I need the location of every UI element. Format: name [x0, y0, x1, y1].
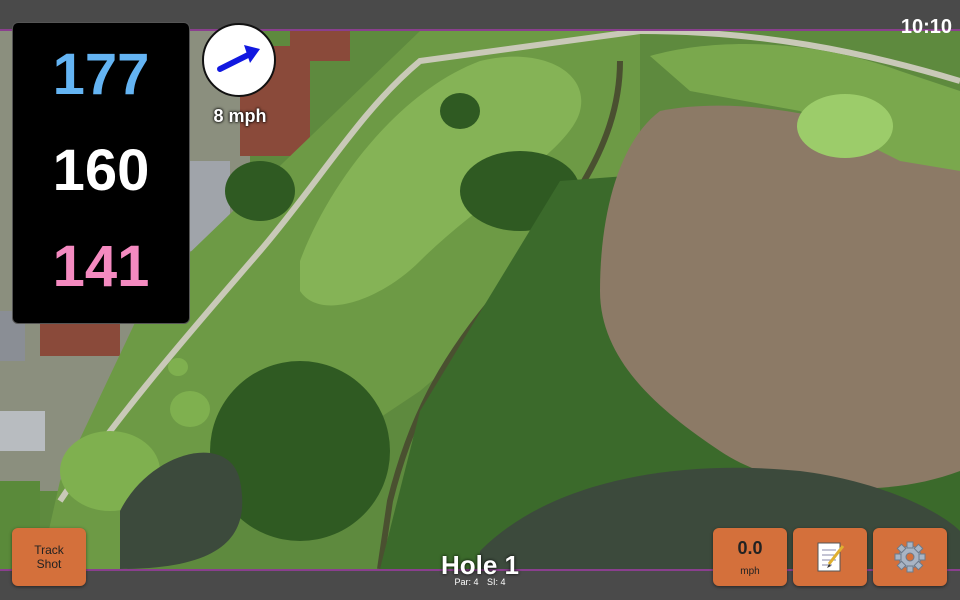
distance-panel: 177 160 141 — [12, 22, 190, 324]
notepad-icon — [817, 542, 845, 572]
gear-icon — [894, 541, 926, 573]
settings-button[interactable] — [873, 528, 947, 586]
track-shot-label-line1: Track — [34, 543, 64, 557]
hole-si: SI: 4 — [487, 577, 506, 587]
wind-speed-value: 0.0 — [737, 538, 763, 558]
wind-direction-indicator — [202, 23, 276, 97]
notes-button[interactable] — [793, 528, 867, 586]
distance-back: 177 — [52, 42, 150, 107]
distance-front: 141 — [52, 234, 150, 299]
wind-speed-unit: mph — [740, 566, 760, 577]
hole-par: Par: 4 — [454, 577, 479, 587]
track-shot-button[interactable]: Track Shot — [12, 528, 86, 586]
hole-info: Par: 4 SI: 4 — [380, 577, 580, 587]
clock: 10:10 — [900, 16, 952, 38]
arrow-right-icon — [217, 45, 260, 72]
wind-speed-label: 8 mph — [213, 106, 267, 126]
wind-speed-button[interactable]: 0.0 mph — [713, 528, 787, 586]
track-shot-label-line2: Shot — [36, 557, 62, 571]
distance-middle: 160 — [52, 138, 150, 203]
